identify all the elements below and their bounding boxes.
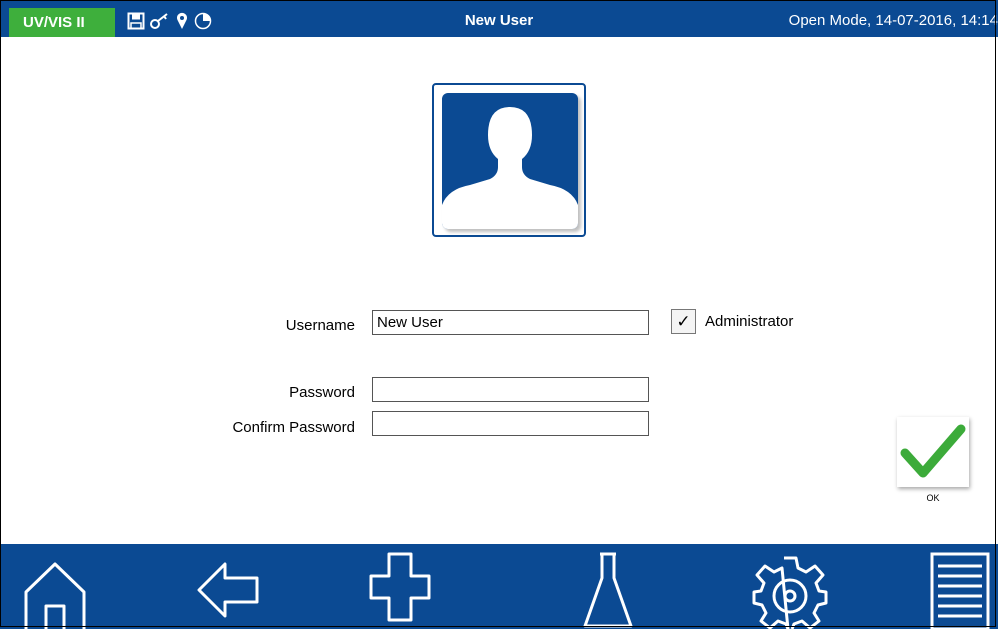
username-label: Username [285, 317, 355, 334]
password-input[interactable] [372, 377, 649, 402]
password-label: Password [289, 384, 355, 401]
home-icon[interactable] [22, 556, 88, 634]
administrator-label: Administrator [705, 313, 794, 330]
administrator-checkbox[interactable]: ✓ [671, 309, 696, 334]
user-avatar[interactable] [432, 83, 586, 237]
settings-gear-icon[interactable] [752, 554, 828, 634]
user-silhouette-icon [442, 93, 578, 229]
checkmark-icon [900, 424, 966, 478]
back-arrow-icon[interactable] [195, 560, 261, 625]
menu-list-icon[interactable] [930, 552, 990, 634]
ok-button[interactable] [897, 417, 969, 487]
confirm-password-label: Confirm Password [232, 419, 355, 436]
confirm-password-input[interactable] [372, 411, 649, 436]
checkmark-glyph: ✓ [676, 311, 691, 331]
mode-info: Open Mode, 14-07-2016, 14:14 [788, 12, 998, 29]
add-icon[interactable] [369, 552, 431, 627]
username-input[interactable] [372, 310, 649, 335]
bottom-nav-bar [0, 544, 998, 631]
flask-icon[interactable] [582, 552, 634, 634]
top-bar: UV/VIS II New User Open Mode, 14-07-2016… [0, 0, 998, 37]
ok-caption: OK [926, 493, 940, 503]
